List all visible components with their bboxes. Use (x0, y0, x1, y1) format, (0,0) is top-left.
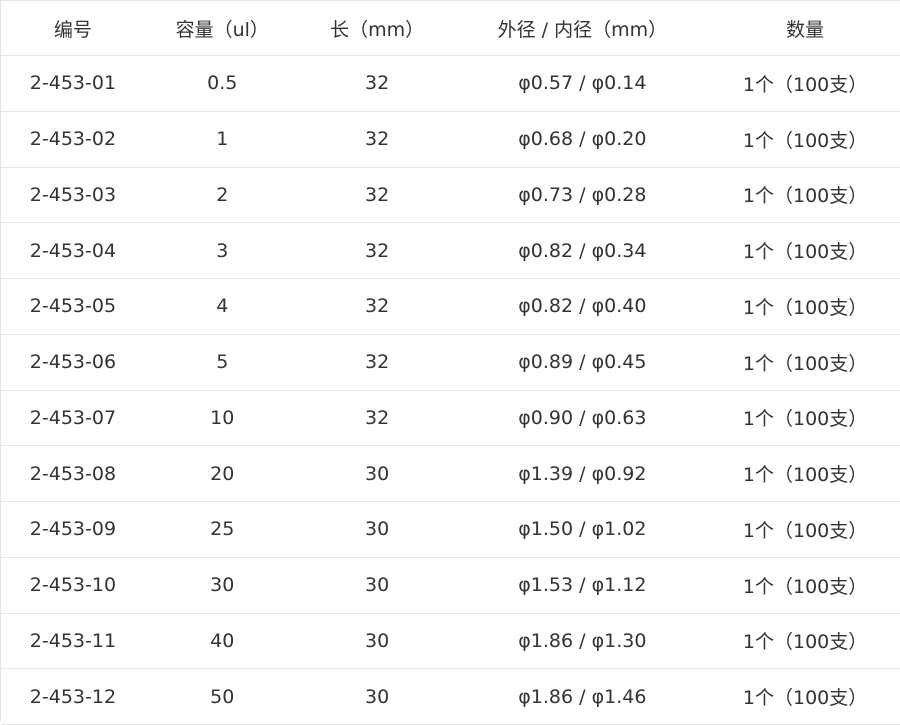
cell-diameter: φ0.90 / φ0.63 (518, 406, 647, 429)
cell-length: 32 (364, 72, 390, 95)
cell-id: 2-453-12 (29, 685, 117, 708)
cell-id: 2-453-04 (29, 239, 117, 262)
cell-diameter: φ1.53 / φ1.12 (518, 574, 647, 597)
cell-capacity: 2 (216, 183, 229, 206)
cell-id: 2-453-08 (29, 462, 117, 485)
header-length: 长（mm） (330, 18, 425, 41)
cell-id: 2-453-06 (29, 351, 117, 374)
cell-quantity: 1个（100支） (742, 464, 868, 487)
cell-diameter: φ0.57 / φ0.14 (518, 72, 647, 95)
table-row: 2-453-05 4 32 φ0.82 / φ0.40 1个（100支） (1, 279, 900, 335)
table-row: 2-453-02 1 32 φ0.68 / φ0.20 1个（100支） (1, 111, 900, 168)
table-row: 2-453-09 25 30 φ1.50 / φ1.02 1个（100支） (1, 502, 900, 558)
table-header-row: 编号 容量（ul） 长（mm） 外径 / 内径（mm） 数量 (1, 1, 900, 56)
table-row: 2-453-10 30 30 φ1.53 / φ1.12 1个（100支） (1, 557, 900, 614)
table-row: 2-453-08 20 30 φ1.39 / φ0.92 1个（100支） (1, 446, 900, 502)
cell-quantity: 1个（100支） (742, 352, 868, 375)
cell-id: 2-453-07 (29, 406, 117, 429)
cell-id: 2-453-02 (29, 128, 117, 151)
cell-id: 2-453-03 (29, 183, 117, 206)
cell-capacity: 1 (216, 128, 229, 151)
cell-capacity: 25 (210, 518, 235, 541)
table-row: 2-453-04 3 32 φ0.82 / φ0.34 1个（100支） (1, 223, 900, 279)
cell-length: 32 (364, 406, 390, 429)
cell-quantity: 1个（100支） (742, 296, 868, 319)
cell-diameter: φ1.50 / φ1.02 (518, 518, 647, 541)
cell-id: 2-453-09 (29, 518, 117, 541)
cell-diameter: φ0.82 / φ0.40 (518, 295, 647, 318)
spec-table: 编号 容量（ul） 长（mm） 外径 / 内径（mm） 数量 2-453-01 … (0, 0, 900, 725)
table-row: 2-453-12 50 30 φ1.86 / φ1.46 1个（100支） (1, 669, 900, 725)
cell-diameter: φ0.82 / φ0.34 (518, 239, 647, 262)
cell-capacity: 10 (210, 406, 235, 429)
cell-diameter: φ1.39 / φ0.92 (518, 462, 647, 485)
cell-diameter: φ1.86 / φ1.46 (518, 685, 647, 708)
cell-length: 30 (364, 574, 390, 597)
cell-capacity: 30 (210, 574, 235, 597)
cell-diameter: φ0.89 / φ0.45 (518, 351, 647, 374)
cell-length: 30 (364, 518, 390, 541)
header-capacity: 容量（ul） (175, 18, 269, 41)
cell-quantity: 1个（100支） (742, 73, 868, 96)
cell-length: 32 (364, 239, 390, 262)
table-row: 2-453-06 5 32 φ0.89 / φ0.45 1个（100支） (1, 334, 900, 391)
cell-diameter: φ1.86 / φ1.30 (518, 629, 647, 652)
cell-length: 32 (364, 295, 390, 318)
cell-quantity: 1个（100支） (742, 129, 868, 152)
header-quantity: 数量 (786, 18, 825, 41)
cell-length: 30 (364, 685, 390, 708)
cell-length: 30 (364, 629, 390, 652)
cell-quantity: 1个（100支） (742, 408, 868, 431)
table-row: 2-453-03 2 32 φ0.73 / φ0.28 1个（100支） (1, 168, 900, 224)
cell-length: 32 (364, 183, 390, 206)
cell-capacity: 40 (210, 629, 235, 652)
cell-quantity: 1个（100支） (742, 575, 868, 598)
cell-length: 32 (364, 128, 390, 151)
table-row: 2-453-01 0.5 32 φ0.57 / φ0.14 1个（100支） (1, 56, 900, 112)
cell-id: 2-453-10 (29, 574, 117, 597)
cell-length: 32 (364, 351, 390, 374)
cell-diameter: φ0.68 / φ0.20 (518, 128, 647, 151)
cell-capacity: 20 (210, 462, 235, 485)
cell-length: 30 (364, 462, 390, 485)
table-row: 2-453-07 10 32 φ0.90 / φ0.63 1个（100支） (1, 391, 900, 447)
cell-id: 2-453-01 (29, 72, 117, 95)
cell-id: 2-453-11 (29, 629, 117, 652)
cell-quantity: 1个（100支） (742, 519, 868, 542)
cell-capacity: 50 (210, 685, 235, 708)
cell-quantity: 1个（100支） (742, 687, 868, 710)
cell-quantity: 1个（100支） (742, 631, 868, 654)
cell-diameter: φ0.73 / φ0.28 (518, 183, 647, 206)
cell-quantity: 1个（100支） (742, 185, 868, 208)
cell-capacity: 4 (216, 295, 229, 318)
cell-id: 2-453-05 (29, 295, 117, 318)
header-id: 编号 (53, 18, 92, 41)
cell-capacity: 5 (216, 351, 229, 374)
cell-capacity: 3 (216, 239, 229, 262)
table-row: 2-453-11 40 30 φ1.86 / φ1.30 1个（100支） (1, 614, 900, 670)
cell-quantity: 1个（100支） (742, 241, 868, 264)
header-diameter: 外径 / 内径（mm） (497, 18, 668, 41)
cell-capacity: 0.5 (207, 72, 238, 95)
